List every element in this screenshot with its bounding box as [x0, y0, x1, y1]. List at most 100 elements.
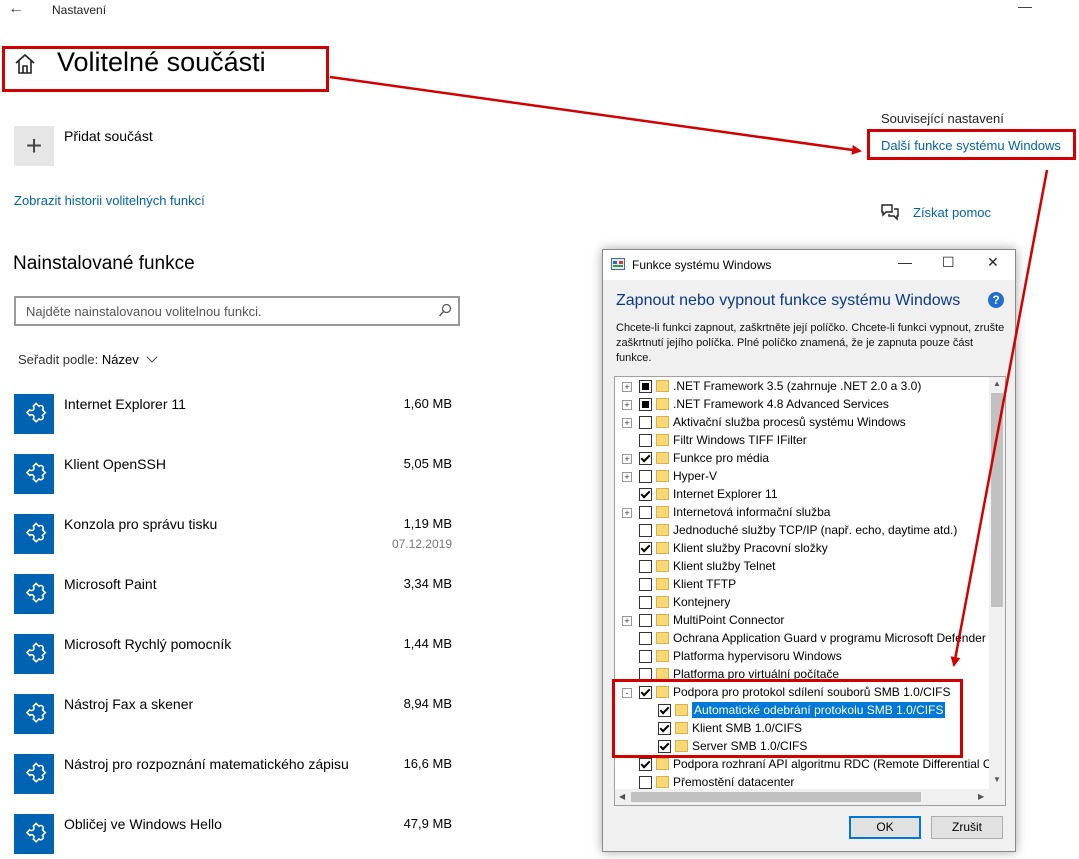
- sort-value[interactable]: Název: [102, 352, 139, 367]
- feature-checkbox[interactable]: [639, 380, 652, 393]
- tree-item[interactable]: Filtr Windows TIFF IFilter: [615, 432, 995, 450]
- minimize-icon[interactable]: —: [1018, 0, 1032, 14]
- add-feature-button[interactable]: +: [14, 126, 54, 166]
- expand-icon[interactable]: +: [622, 382, 632, 392]
- feature-checkbox[interactable]: [639, 524, 652, 537]
- minimize-icon[interactable]: —: [898, 254, 912, 270]
- feature-item[interactable]: Konzola pro správu tisku 1,19 MB 07.12.201…: [14, 514, 454, 554]
- feature-name: Microsoft Paint: [64, 576, 157, 592]
- highlight-page-title: [2, 46, 329, 92]
- expand-icon[interactable]: +: [622, 508, 632, 518]
- search-input[interactable]: [26, 304, 426, 319]
- highlight-features-link: [867, 129, 1076, 160]
- feature-checkbox[interactable]: [639, 488, 652, 501]
- feature-checkbox[interactable]: [639, 560, 652, 573]
- feature-checkbox[interactable]: [639, 470, 652, 483]
- tree-item[interactable]: Klient TFTP: [615, 576, 995, 594]
- tree-item[interactable]: + Internetová informační služba: [615, 504, 995, 522]
- folder-icon: [656, 434, 669, 446]
- horizontal-scroll-thumb[interactable]: [631, 792, 921, 802]
- feature-item[interactable]: Microsoft Paint 3,34 MB: [14, 574, 454, 614]
- folder-icon: [656, 380, 669, 392]
- tree-item[interactable]: + MultiPoint Connector: [615, 612, 995, 630]
- close-icon[interactable]: ✕: [987, 254, 999, 271]
- feature-item[interactable]: Klient OpenSSH 5,05 MB: [14, 454, 454, 494]
- maximize-icon[interactable]: ☐: [942, 254, 955, 271]
- feature-item[interactable]: Internet Explorer 11 1,60 MB: [14, 394, 454, 434]
- tree-item[interactable]: + .NET Framework 4.8 Advanced Services: [615, 396, 995, 414]
- feature-checkbox[interactable]: [639, 596, 652, 609]
- cancel-button[interactable]: Zrušit: [931, 816, 1003, 839]
- folder-icon: [656, 650, 669, 662]
- feature-item[interactable]: Nástroj Fax a skener 8,94 MB: [14, 694, 454, 734]
- tree-item[interactable]: + Hyper-V: [615, 468, 995, 486]
- feature-checkbox[interactable]: [639, 416, 652, 429]
- dialog-title: Funkce systému Windows: [632, 258, 772, 272]
- sort-control[interactable]: Seřadit podle: Název: [18, 351, 159, 367]
- vertical-scrollbar[interactable]: ▲ ▼: [989, 377, 1005, 789]
- installed-features-heading: Nainstalované funkce: [13, 253, 195, 274]
- tree-item[interactable]: + Aktivační služba procesů systému Window…: [615, 414, 995, 432]
- tree-item-label: Podpora rozhraní API algoritmu RDC (Remo…: [673, 757, 999, 771]
- expand-icon[interactable]: +: [622, 454, 632, 464]
- windows-features-dialog: Funkce systému Windows — ☐ ✕ Zapnout neb…: [602, 249, 1016, 852]
- feature-checkbox[interactable]: [639, 542, 652, 555]
- expand-icon[interactable]: +: [622, 616, 632, 626]
- tree-item-label: Internet Explorer 11: [673, 487, 778, 501]
- feature-checkbox[interactable]: [639, 578, 652, 591]
- feature-checkbox[interactable]: [639, 776, 652, 789]
- tree-item[interactable]: Jednoduché služby TCP/IP (např. echo, da…: [615, 522, 995, 540]
- tree-item-label: Hyper-V: [673, 469, 718, 483]
- folder-icon: [656, 506, 669, 518]
- feature-checkbox[interactable]: [639, 506, 652, 519]
- folder-icon: [656, 416, 669, 428]
- tree-item[interactable]: + .NET Framework 3.5 (zahrnuje .NET 2.0 a…: [615, 378, 995, 396]
- search-box[interactable]: [14, 296, 460, 326]
- history-link[interactable]: Zobrazit historii volitelných funkcí: [14, 193, 205, 208]
- expand-icon[interactable]: +: [622, 418, 632, 428]
- scroll-down-icon[interactable]: ▼: [993, 775, 1001, 784]
- feature-checkbox[interactable]: [639, 632, 652, 645]
- ok-button[interactable]: OK: [849, 816, 921, 839]
- tree-item[interactable]: Klient služby Telnet: [615, 558, 995, 576]
- tree-item[interactable]: Ochrana Application Guard v programu Mic…: [615, 630, 995, 648]
- tree-item[interactable]: Podpora rozhraní API algoritmu RDC (Remo…: [615, 756, 999, 774]
- folder-icon: [656, 560, 669, 572]
- feature-item[interactable]: Microsoft Rychlý pomocník 1,44 MB: [14, 634, 454, 674]
- tree-item[interactable]: Klient služby Pracovní složky: [615, 540, 995, 558]
- scroll-left-icon[interactable]: ◀: [619, 792, 625, 801]
- folder-icon: [656, 578, 669, 590]
- back-arrow-icon[interactable]: ←: [8, 0, 24, 18]
- tree-item[interactable]: Platforma hypervisoru Windows: [615, 648, 995, 666]
- feature-checkbox[interactable]: [639, 398, 652, 411]
- feature-name: Nástroj Fax a skener: [64, 696, 194, 712]
- tree-item[interactable]: + Funkce pro média: [615, 450, 995, 468]
- dialog-heading: Zapnout nebo vypnout funkce systému Wind…: [616, 292, 961, 309]
- expand-icon[interactable]: +: [622, 400, 632, 410]
- search-icon[interactable]: [438, 303, 452, 319]
- arrow-to-features-link: [329, 75, 862, 155]
- chevron-down-icon[interactable]: [146, 351, 159, 363]
- feature-checkbox[interactable]: [639, 452, 652, 465]
- feature-item[interactable]: Nástroj pro rozpoznání matematického záp…: [14, 754, 454, 794]
- feature-checkbox[interactable]: [639, 758, 652, 771]
- feature-checkbox[interactable]: [639, 614, 652, 627]
- feature-checkbox[interactable]: [639, 650, 652, 663]
- sort-prefix: Seřadit podle:: [18, 352, 99, 367]
- tree-item-label: Filtr Windows TIFF IFilter: [673, 433, 807, 447]
- get-help-link[interactable]: Získat pomoc: [913, 205, 991, 220]
- vertical-scroll-thumb[interactable]: [991, 393, 1003, 607]
- add-feature-label[interactable]: Přidat součást: [64, 128, 153, 144]
- tree-item-label: Internetová informační služba: [673, 505, 831, 519]
- feature-checkbox[interactable]: [639, 434, 652, 447]
- feature-item[interactable]: Obličej ve Windows Hello 47,9 MB: [14, 814, 454, 854]
- scroll-right-icon[interactable]: ▶: [978, 792, 984, 801]
- horizontal-scrollbar[interactable]: ◀ ▶: [615, 789, 1005, 805]
- tree-item[interactable]: Internet Explorer 11: [615, 486, 995, 504]
- tree-item[interactable]: Kontejnery: [615, 594, 995, 612]
- tree-item-label: Aktivační služba procesů systému Windows: [673, 415, 906, 429]
- help-icon[interactable]: ?: [988, 292, 1004, 308]
- feature-name: Klient OpenSSH: [64, 456, 166, 472]
- expand-icon[interactable]: +: [622, 472, 632, 482]
- scroll-up-icon[interactable]: ▲: [993, 379, 1001, 388]
